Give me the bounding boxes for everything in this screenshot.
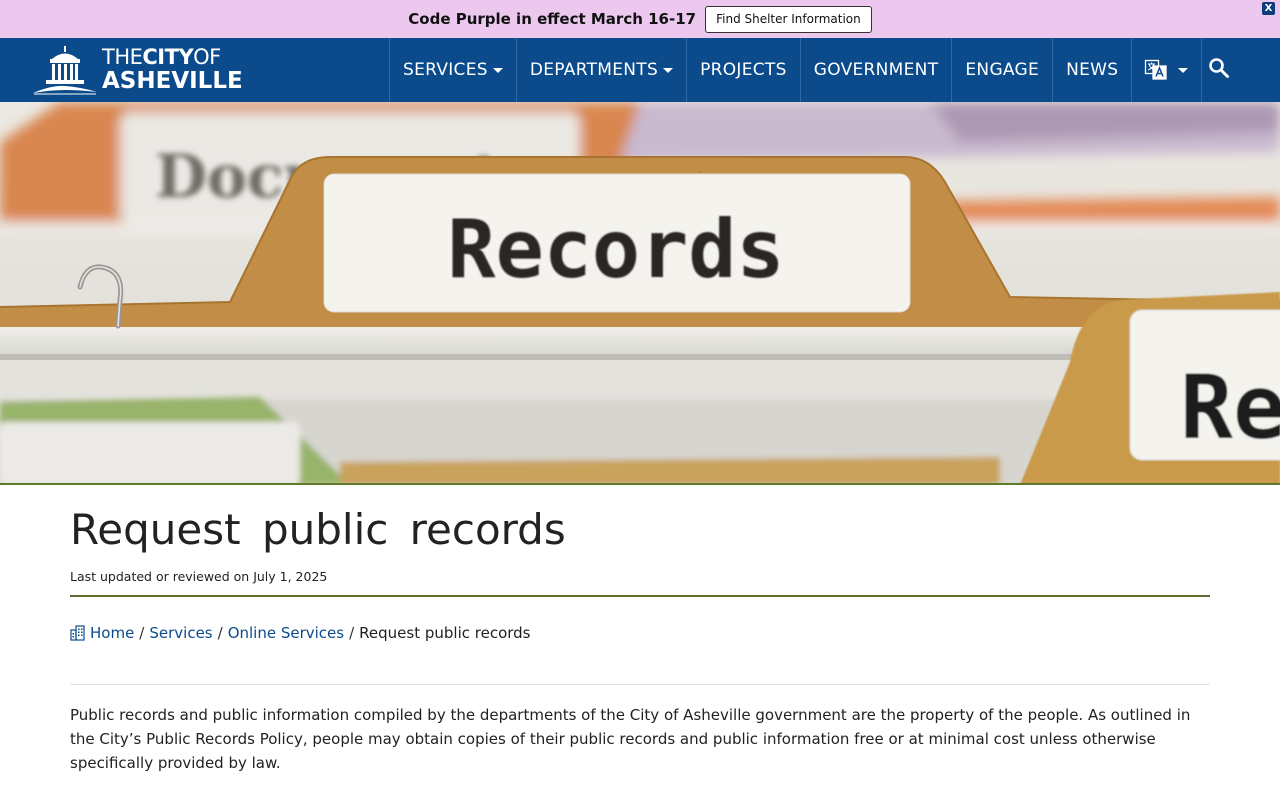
intro-paragraph: Public records and public information co… xyxy=(70,706,1191,772)
nav-item-engage[interactable]: ENGAGE xyxy=(951,38,1052,102)
nav-item-services[interactable]: SERVICES xyxy=(389,38,516,102)
nav-item-departments[interactable]: DEPARTMENTS xyxy=(515,38,686,102)
caret-down-icon xyxy=(1178,68,1189,73)
search-button[interactable] xyxy=(1194,38,1244,102)
breadcrumb-current-page: Request public records xyxy=(359,624,531,642)
breadcrumb-separator: / xyxy=(139,624,145,642)
primary-nav-menu: SERVICES DEPARTMENTS PROJECTS GOVERNMENT… xyxy=(389,38,1203,102)
alert-message: Code Purple in effect March 16-17 xyxy=(408,10,697,28)
nav-item-label: PROJECTS xyxy=(700,60,787,80)
city-logo-link[interactable]: THECITYOF ASHEVILLE xyxy=(32,45,243,95)
translate-icon xyxy=(1144,58,1168,82)
hero-tab-main-text: Records xyxy=(447,203,784,296)
language-selector[interactable] xyxy=(1131,38,1203,102)
breadcrumb-home-link[interactable]: Home xyxy=(90,624,134,642)
logo-city: CITY xyxy=(142,45,194,69)
search-icon xyxy=(1208,57,1230,83)
last-updated-text: Last updated or reviewed on July 1, 2025 xyxy=(70,569,328,584)
caret-down-icon xyxy=(492,68,503,73)
hero-illustration: Documents Records xyxy=(0,102,1280,483)
breadcrumb-online-services-link[interactable]: Online Services xyxy=(228,624,344,642)
close-icon[interactable]: X xyxy=(1262,2,1275,15)
hero-image-records-folders: Documents Records xyxy=(0,102,1280,485)
find-shelter-button[interactable]: Find Shelter Information xyxy=(705,5,872,33)
main-navbar: THECITYOF ASHEVILLE SERVICES DEPARTMENTS… xyxy=(0,38,1280,102)
nav-item-news[interactable]: NEWS xyxy=(1052,38,1131,102)
nav-item-label: GOVERNMENT xyxy=(813,60,939,80)
page-title: Request public records xyxy=(70,505,566,554)
nav-item-government[interactable]: GOVERNMENT xyxy=(799,38,952,102)
content-divider xyxy=(70,684,1210,685)
hero-tab-right-text: Re xyxy=(1180,356,1280,459)
home-building-icon xyxy=(70,625,86,641)
breadcrumb-separator: / xyxy=(217,624,223,642)
logo-of: OF xyxy=(193,45,221,69)
breadcrumb-separator: / xyxy=(349,624,355,642)
title-divider xyxy=(70,595,1210,597)
caret-down-icon xyxy=(663,68,674,73)
city-hall-icon xyxy=(32,45,98,95)
logo-asheville: ASHEVILLE xyxy=(102,68,243,94)
nav-item-projects[interactable]: PROJECTS xyxy=(686,38,800,102)
breadcrumb: Home / Services / Online Services / Requ… xyxy=(70,624,530,642)
nav-item-label: SERVICES xyxy=(403,60,488,80)
code-purple-alert-bar: Code Purple in effect March 16-17 Find S… xyxy=(0,0,1280,38)
nav-item-label: ENGAGE xyxy=(965,60,1040,80)
logo-line-1: THECITYOF xyxy=(102,47,243,68)
nav-item-label: NEWS xyxy=(1066,60,1119,80)
breadcrumb-services-link[interactable]: Services xyxy=(149,624,212,642)
logo-the: THE xyxy=(102,45,143,69)
nav-item-label: DEPARTMENTS xyxy=(529,60,659,80)
city-logo-wordmark: THECITYOF ASHEVILLE xyxy=(102,47,243,93)
